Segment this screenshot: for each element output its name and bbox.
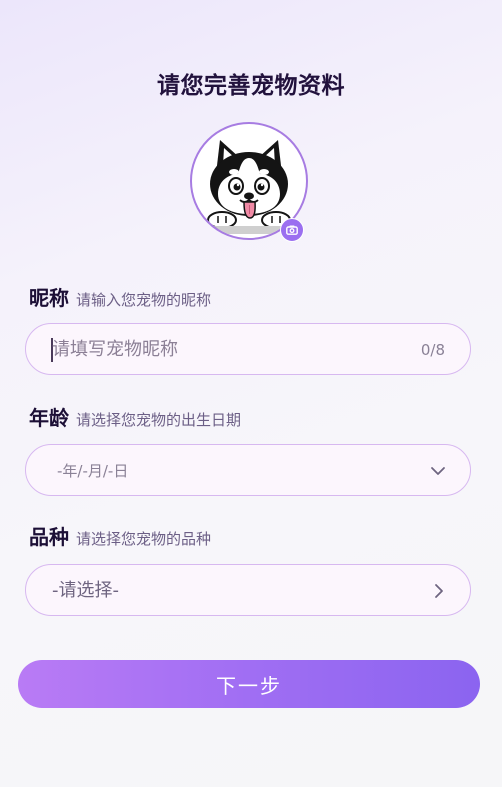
nickname-placeholder[interactable]: 请填写宠物昵称 bbox=[52, 324, 178, 376]
breed-hint: 请选择您宠物的品种 bbox=[76, 530, 212, 548]
age-label-row: 年龄 请选择您宠物的出生日期 bbox=[29, 402, 241, 431]
birthdate-value: -年/-月/-日 bbox=[57, 462, 129, 480]
breed-label: 品种 bbox=[29, 525, 69, 549]
nickname-input[interactable]: 请填写宠物昵称 0/8 bbox=[25, 323, 471, 375]
nickname-hint: 请输入您宠物的昵称 bbox=[76, 291, 212, 309]
page-title: 请您完善宠物资料 bbox=[157, 73, 345, 99]
next-step-button[interactable]: 下一步 bbox=[18, 660, 480, 708]
age-hint: 请选择您宠物的出生日期 bbox=[76, 411, 242, 429]
breed-label-row: 品种 请选择您宠物的品种 bbox=[29, 521, 211, 550]
breed-value: -请选择- bbox=[52, 580, 119, 601]
nickname-label: 昵称 bbox=[29, 286, 69, 310]
age-label: 年龄 bbox=[29, 406, 69, 430]
pet-avatar-upload[interactable] bbox=[190, 122, 308, 242]
nickname-char-counter: 0/8 bbox=[420, 341, 445, 359]
nickname-label-row: 昵称 请输入您宠物的昵称 bbox=[29, 282, 211, 311]
camera-icon[interactable] bbox=[280, 218, 304, 242]
chevron-right-icon bbox=[434, 565, 444, 617]
breed-select[interactable]: -请选择- bbox=[25, 564, 471, 616]
chevron-down-icon bbox=[430, 445, 446, 497]
birthdate-picker[interactable]: -年/-月/-日 bbox=[25, 444, 471, 496]
